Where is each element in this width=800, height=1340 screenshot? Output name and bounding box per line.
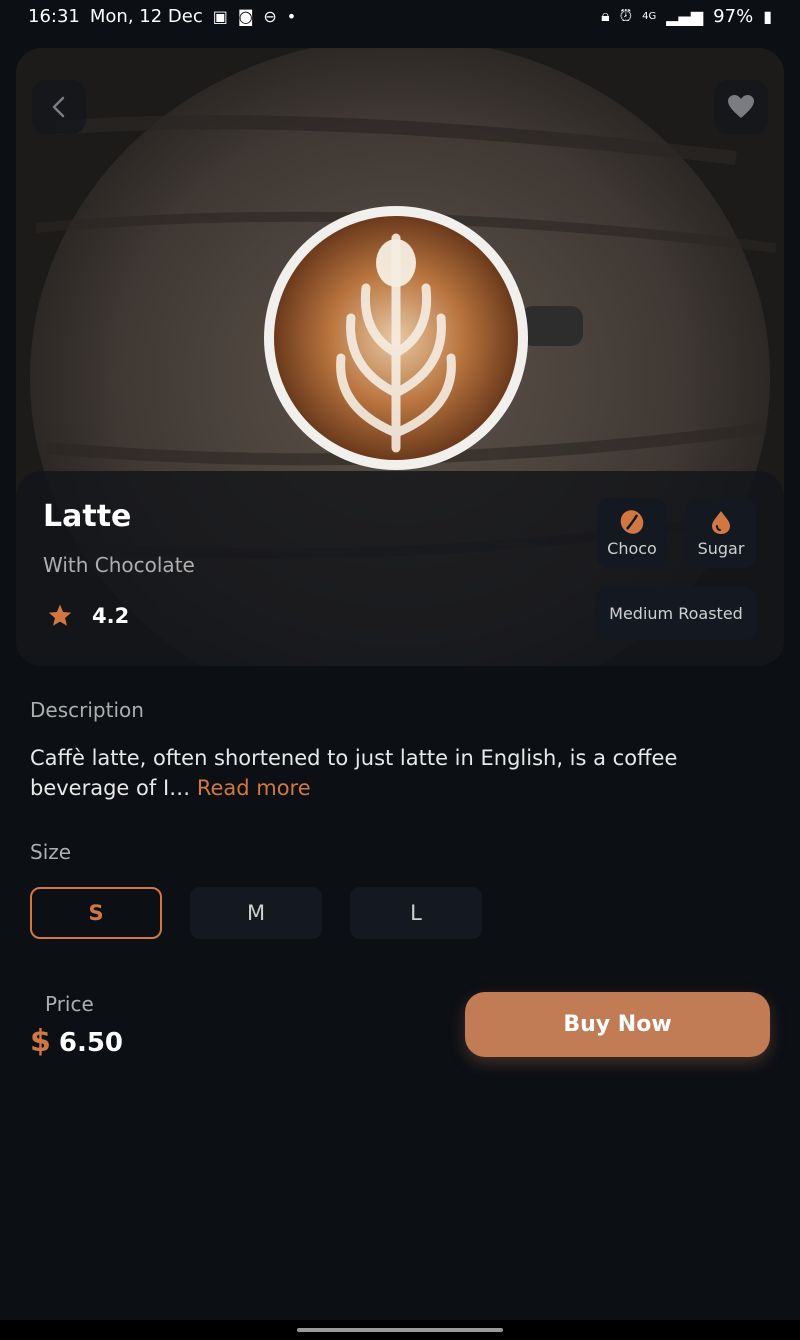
rating: 4.2 (46, 603, 129, 629)
star-icon (48, 604, 72, 626)
product-info-panel: Latte With Chocolate 4.2 Choco Sugar Med… (16, 471, 784, 666)
ingredient-chip-sugar: Sugar (686, 498, 756, 568)
gallery-notification-icon: ▣ (212, 6, 228, 26)
battery-icon: ▮ (763, 6, 772, 26)
read-more-link[interactable]: Read more (197, 776, 311, 800)
chevron-left-icon (52, 96, 65, 118)
app-notification-icon: ◙ (237, 6, 254, 26)
description-text: Caffè latte, often shortened to just lat… (30, 743, 750, 803)
product-hero: Latte With Chocolate 4.2 Choco Sugar Med… (16, 48, 784, 666)
signal-icon: ▂▄▆ (666, 6, 704, 26)
do-not-disturb-icon: ⊖ (263, 6, 277, 26)
buy-now-button[interactable]: Buy Now (465, 992, 770, 1057)
home-indicator[interactable] (297, 1328, 503, 1332)
status-date: Mon, 12 Dec (89, 5, 203, 27)
back-button[interactable] (32, 80, 86, 134)
coffee-bean-icon (620, 509, 644, 534)
ingredient-label: Choco (607, 538, 657, 558)
description-title: Description (30, 698, 144, 722)
size-option-s[interactable]: S (30, 887, 162, 939)
size-option-m[interactable]: M (190, 887, 322, 939)
alarm-icon: ⏰︎ (619, 6, 633, 25)
status-bar: 16:31 Mon, 12 Dec ▣ ◙ ⊖ • 🔒︎ ⏰︎ 4G ▂▄▆ 9… (0, 0, 800, 32)
network-type: 4G (642, 10, 657, 22)
lock-icon: 🔒︎ (601, 6, 610, 25)
more-notifications-icon: • (286, 6, 297, 26)
price-value: 6.50 (58, 1028, 124, 1058)
rating-value: 4.2 (92, 604, 130, 628)
status-time: 16:31 (28, 5, 80, 27)
price: $ 6.50 (30, 1024, 123, 1059)
description-body: Caffè latte, often shortened to just lat… (30, 746, 678, 800)
drop-icon (712, 510, 730, 534)
status-left: 16:31 Mon, 12 Dec ▣ ◙ ⊖ • (28, 6, 296, 27)
favorite-button[interactable] (714, 80, 768, 134)
navigation-bar (0, 1320, 800, 1340)
currency-symbol: $ (30, 1024, 51, 1059)
price-label: Price (45, 992, 94, 1016)
battery-level: 97% (713, 5, 754, 27)
heart-icon (728, 95, 754, 118)
size-title: Size (30, 840, 72, 864)
product-subtitle: With Chocolate (43, 553, 195, 577)
ingredient-label: Sugar (697, 538, 745, 558)
roast-level-badge: Medium Roasted (595, 587, 757, 640)
product-name: Latte (43, 499, 132, 534)
ingredient-chip-choco: Choco (597, 498, 667, 568)
size-option-l[interactable]: L (350, 887, 482, 939)
status-right: 🔒︎ ⏰︎ 4G ▂▄▆ 97% ▮ (601, 6, 772, 27)
